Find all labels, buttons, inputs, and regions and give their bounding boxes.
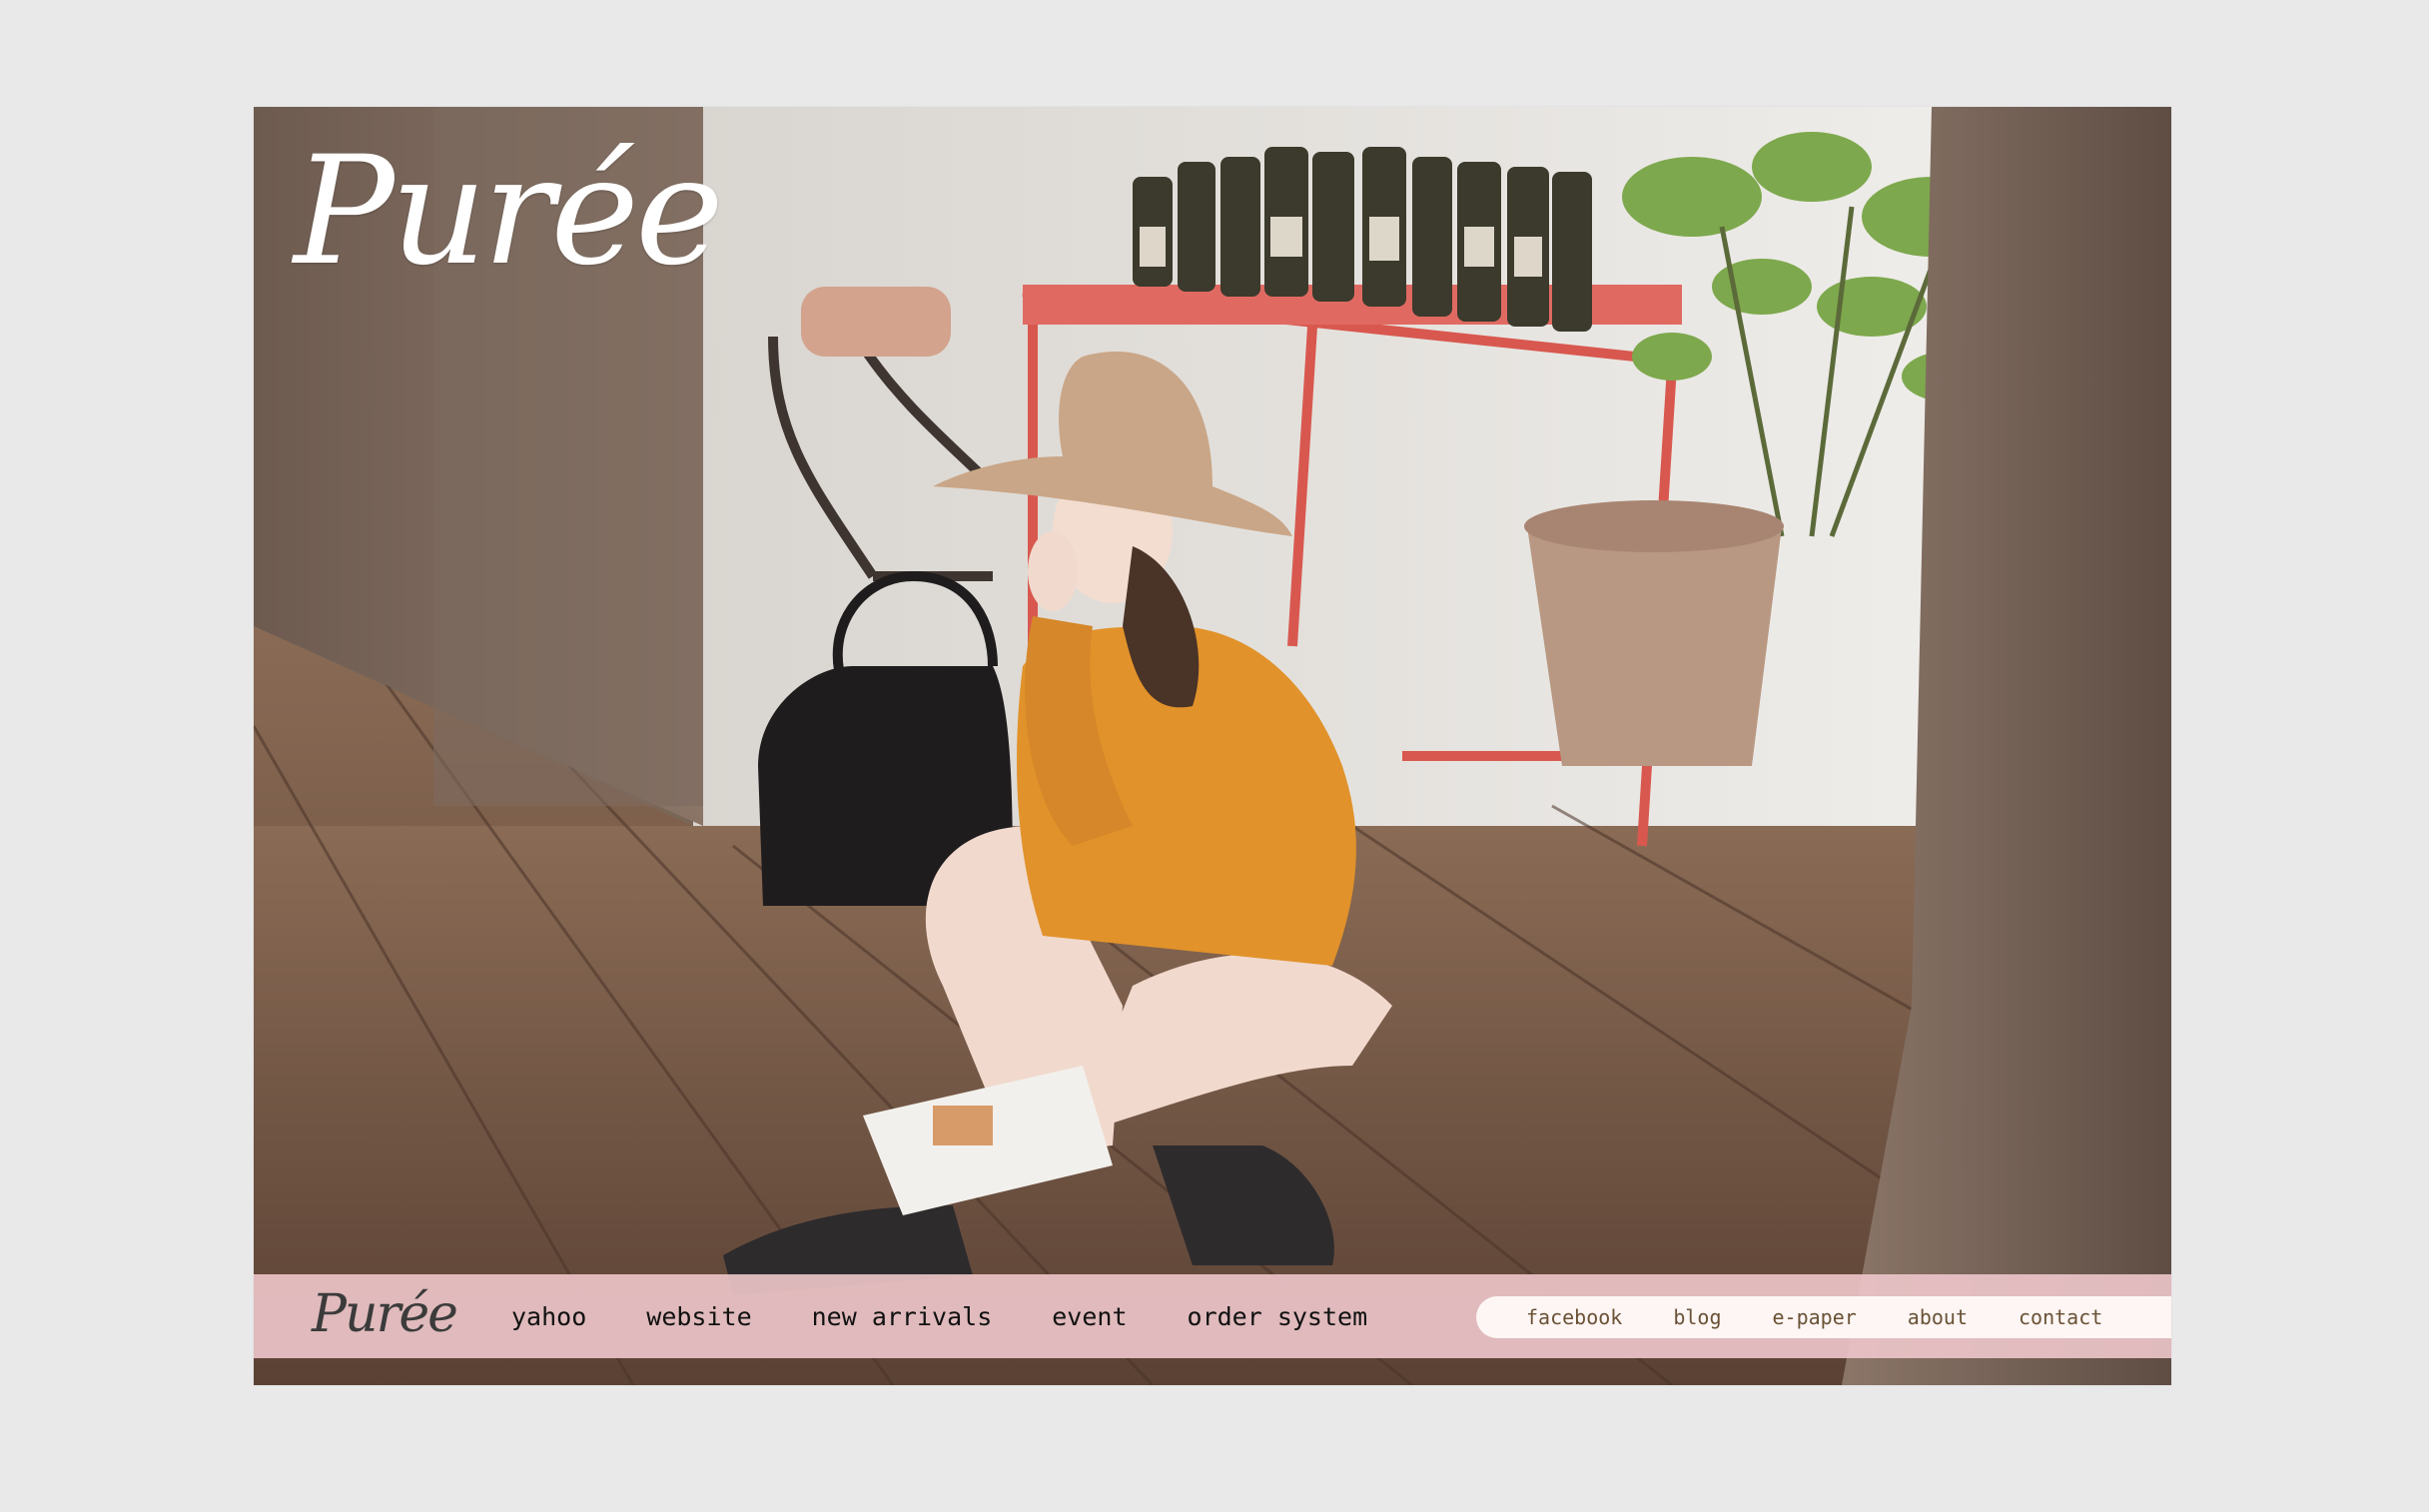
nav-link-event[interactable]: event [1052, 1302, 1127, 1331]
nav-link-yahoo[interactable]: yahoo [511, 1302, 586, 1331]
sub-link-contact[interactable]: contact [2019, 1305, 2102, 1329]
nav-link-new-arrivals[interactable]: new arrivals [812, 1302, 993, 1331]
sub-link-about[interactable]: about [1908, 1305, 1968, 1329]
brand-logo[interactable]: Purée [294, 137, 724, 287]
nav-link-website[interactable]: website [646, 1302, 751, 1331]
hero-frame: Purée Purée yahoo website new arrivals e… [254, 107, 2171, 1385]
hero-photo [254, 107, 2171, 1385]
nav-logo[interactable]: Purée [312, 1284, 458, 1344]
nav-link-order-system[interactable]: order system [1188, 1302, 1368, 1331]
sub-link-facebook[interactable]: facebook [1526, 1305, 1622, 1329]
sub-link-e-paper[interactable]: e-paper [1773, 1305, 1857, 1329]
primary-nav: yahoo website new arrivals event order s… [511, 1274, 1427, 1358]
secondary-nav: facebook blog e-paper about contact [1476, 1296, 2171, 1338]
sub-link-blog[interactable]: blog [1673, 1305, 1721, 1329]
navigation-bar: Purée yahoo website new arrivals event o… [254, 1274, 2171, 1358]
